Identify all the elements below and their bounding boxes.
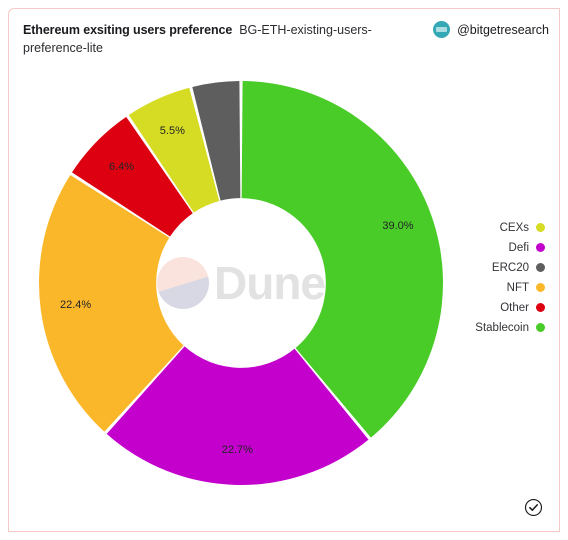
legend-item-label: CEXs (499, 221, 529, 234)
pie-slice-label: 39.0% (382, 220, 414, 233)
chart-plot-area: Dune 39.0% 22.7% 22.4% 6.4% 5.5% CEXs Defi ERC… (9, 65, 559, 531)
page-title: Ethereum exsiting users preference (23, 23, 233, 37)
pie-slice-label: 5.5% (159, 124, 185, 137)
legend-item-label: Defi (508, 241, 529, 254)
title-block: Ethereum exsiting users preference BG-ETH… (23, 21, 383, 57)
chart-card: Ethereum exsiting users preference BG-ETH… (8, 8, 560, 532)
legend-color-dot (536, 263, 545, 272)
avatar (433, 21, 451, 38)
legend-color-dot (536, 323, 545, 332)
account-info[interactable]: @bitgetresearch (433, 21, 549, 38)
legend-item[interactable]: Stablecoin (475, 320, 545, 335)
legend-item-label: ERC20 (491, 261, 529, 274)
account-handle: @bitgetresearch (457, 22, 549, 37)
pie-slice-label: 6.4% (108, 160, 135, 173)
chart-legend: CEXs Defi ERC20 NFT Other Stablecoin (475, 220, 545, 335)
legend-item[interactable]: Defi (509, 240, 545, 255)
legend-color-dot (536, 303, 545, 312)
pie-slice-label: 22.7% (221, 443, 253, 456)
pie-slice-label: 22.4% (59, 298, 92, 311)
legend-item[interactable]: ERC20 (492, 260, 545, 275)
check-circle-icon[interactable] (524, 498, 543, 517)
legend-color-dot (536, 243, 545, 252)
legend-color-dot (536, 223, 545, 232)
legend-item[interactable]: Other (500, 300, 545, 315)
legend-item-label: Other (500, 301, 529, 314)
donut-svg (38, 81, 443, 485)
legend-color-dot (536, 283, 545, 292)
legend-item-label: NFT (506, 281, 529, 294)
legend-item[interactable]: CEXs (500, 220, 545, 235)
legend-item-label: Stablecoin (475, 321, 529, 334)
chart-header: Ethereum exsiting users preference BG-ETH… (9, 9, 559, 65)
legend-item[interactable]: NFT (507, 280, 545, 295)
donut-chart: Dune 39.0% 22.7% 22.4% 6.4% 5.5% (31, 73, 451, 493)
